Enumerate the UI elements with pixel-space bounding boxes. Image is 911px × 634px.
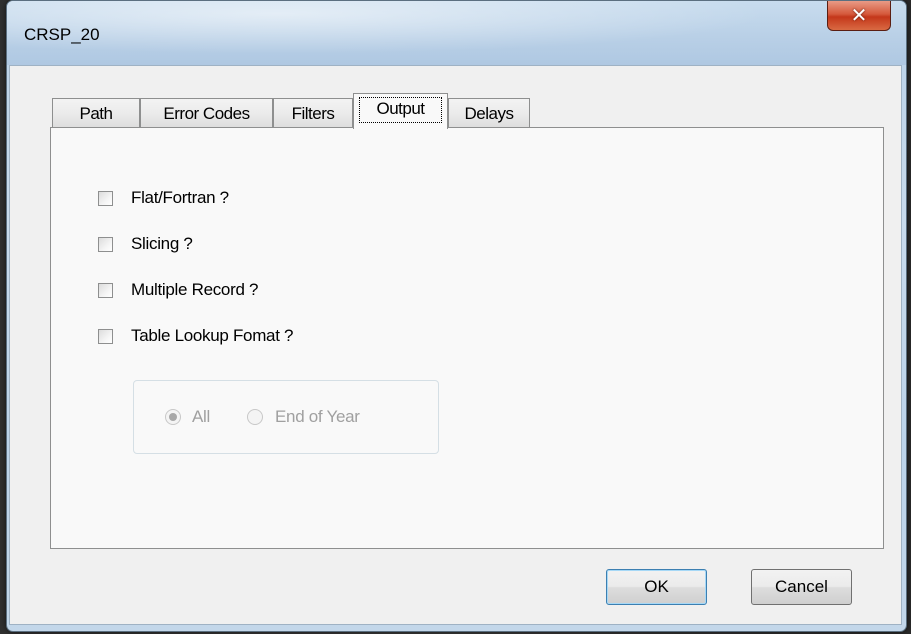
output-tab-panel: Flat/Fortran ? Slicing ? Multiple Record… bbox=[50, 127, 884, 549]
multiple-record-label: Multiple Record ? bbox=[131, 280, 259, 299]
multiple-record-checkbox[interactable] bbox=[98, 283, 113, 298]
dialog-window: CRSP_20 ✕ Path Error Codes Filters Outpu… bbox=[6, 0, 907, 632]
tab-label: Path bbox=[79, 104, 113, 123]
tab-label: Filters bbox=[291, 104, 335, 123]
table-lookup-format-label: Table Lookup Fomat ? bbox=[131, 326, 294, 345]
ok-button[interactable]: OK bbox=[606, 569, 707, 605]
table-lookup-format-checkbox[interactable] bbox=[98, 329, 113, 344]
tab-output[interactable]: Output bbox=[353, 93, 448, 129]
tab-delays[interactable]: Delays bbox=[448, 98, 530, 128]
close-button[interactable]: ✕ bbox=[827, 1, 891, 31]
title-bar[interactable]: CRSP_20 ✕ bbox=[7, 1, 906, 65]
tab-path[interactable]: Path bbox=[52, 98, 140, 128]
radio-selected-dot bbox=[169, 413, 177, 421]
tab-error-codes[interactable]: Error Codes bbox=[140, 98, 273, 128]
dialog-client-area: Path Error Codes Filters Output Delays F… bbox=[9, 65, 902, 625]
all-radio[interactable] bbox=[165, 409, 181, 425]
slicing-checkbox[interactable] bbox=[98, 237, 113, 252]
all-radio-label: All bbox=[192, 407, 210, 426]
tab-label: Error Codes bbox=[163, 104, 250, 123]
period-radio-group: All End of Year bbox=[133, 380, 439, 454]
flat-fortran-label: Flat/Fortran ? bbox=[131, 188, 229, 207]
end-of-year-radio-label: End of Year bbox=[275, 407, 360, 426]
tab-filters[interactable]: Filters bbox=[273, 98, 353, 128]
close-icon: ✕ bbox=[850, 3, 868, 27]
end-of-year-radio[interactable] bbox=[247, 409, 263, 425]
tab-label: Delays bbox=[464, 104, 514, 123]
slicing-label: Slicing ? bbox=[131, 234, 193, 253]
flat-fortran-checkbox[interactable] bbox=[98, 191, 113, 206]
cancel-button[interactable]: Cancel bbox=[751, 569, 852, 605]
focus-rectangle bbox=[359, 97, 442, 123]
window-title: CRSP_20 bbox=[24, 25, 100, 44]
